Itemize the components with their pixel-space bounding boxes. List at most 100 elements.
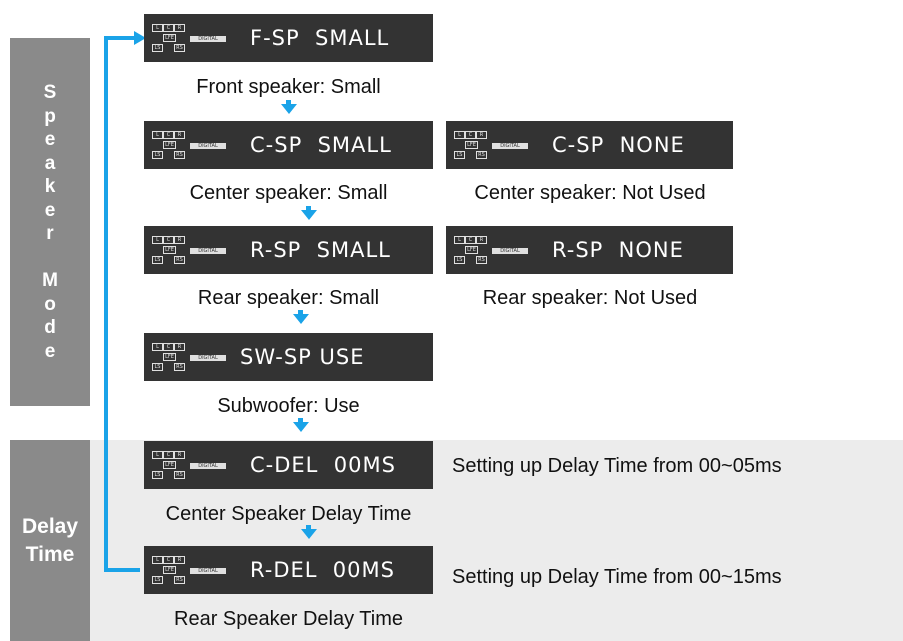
channel-indicator-icon: L C R LFE LS RS DIGITAL <box>150 337 240 377</box>
channel-indicator-icon: L C R LFE LS RS DIGITAL <box>150 18 240 58</box>
ind-l: L <box>152 556 163 564</box>
ind-lfe: LFE <box>163 461 176 469</box>
display-text: C-SP NONE <box>552 133 685 157</box>
ind-digital: DIGITAL <box>190 143 226 149</box>
ind-c: C <box>163 131 174 139</box>
ind-l: L <box>152 131 163 139</box>
delay-label-line2: Time <box>25 542 75 566</box>
note-center-delay: Setting up Delay Time from 00~05ms <box>452 455 782 477</box>
ind-l: L <box>152 451 163 459</box>
ind-digital: DIGITAL <box>492 143 528 149</box>
display-text: F-SP SMALL <box>250 26 390 50</box>
caption-center-none: Center speaker: Not Used <box>474 182 706 204</box>
ind-ls: LS <box>454 256 465 264</box>
display-subwoofer: L C R LFE LS RS DIGITAL SW-SP USE <box>144 333 433 381</box>
flow-arrow-icon <box>293 422 309 432</box>
mode-letter: e <box>44 199 56 221</box>
caption-center-small: Center speaker: Small <box>189 182 388 204</box>
mode-letter: k <box>44 176 56 197</box>
display-rear-small: L C R LFE LS RS DIGITAL R-SP SMALL <box>144 226 433 274</box>
mode-letter: p <box>44 105 56 127</box>
ind-rs: RS <box>174 576 185 584</box>
caption-rear-delay: Rear Speaker Delay Time <box>174 608 403 630</box>
channel-indicator-icon: L C R LFE LS RS DIGITAL <box>150 445 240 485</box>
ind-lfe: LFE <box>163 34 176 42</box>
caption-subwoofer: Subwoofer: Use <box>217 395 360 417</box>
delay-label-line1: Delay <box>21 514 79 538</box>
ind-l: L <box>152 24 163 32</box>
ind-r: R <box>174 556 185 564</box>
ind-r: R <box>174 131 185 139</box>
caption-rear-none: Rear speaker: Not Used <box>482 287 698 309</box>
ind-rs: RS <box>174 44 185 52</box>
delay-time-label: Delay Time <box>10 440 90 641</box>
ind-digital: DIGITAL <box>190 568 226 574</box>
note-rear-delay: Setting up Delay Time from 00~15ms <box>452 566 782 588</box>
mode-letter: e <box>44 129 56 150</box>
ind-c: C <box>465 236 476 244</box>
ind-c: C <box>163 343 174 351</box>
ind-rs: RS <box>174 256 185 264</box>
ind-c: C <box>465 131 476 139</box>
ind-rs: RS <box>174 151 185 159</box>
mode-letter: S <box>43 82 57 103</box>
ind-r: R <box>174 343 185 351</box>
ind-ls: LS <box>152 576 163 584</box>
ind-l: L <box>454 131 465 139</box>
ind-ls: LS <box>152 151 163 159</box>
display-text: R-SP NONE <box>552 238 684 262</box>
ind-l: L <box>152 236 163 244</box>
ind-c: C <box>163 451 174 459</box>
flow-arrow-icon <box>281 104 297 114</box>
ind-lfe: LFE <box>163 141 176 149</box>
ind-lfe: LFE <box>465 246 478 254</box>
ind-rs: RS <box>476 256 487 264</box>
ind-r: R <box>174 236 185 244</box>
ind-digital: DIGITAL <box>190 36 226 42</box>
ind-c: C <box>163 556 174 564</box>
ind-c: C <box>163 236 174 244</box>
ind-ls: LS <box>152 471 163 479</box>
display-front-speaker: L C R LFE LS RS DIGITAL F-SP SMALL <box>144 14 433 62</box>
display-text: C-DEL 00MS <box>250 453 396 477</box>
ind-rs: RS <box>174 471 185 479</box>
mode-letter: d <box>44 317 56 338</box>
ind-r: R <box>476 236 487 244</box>
mode-letter: o <box>44 293 56 315</box>
ind-ls: LS <box>152 363 163 371</box>
ind-r: R <box>174 451 185 459</box>
ind-l: L <box>454 236 465 244</box>
ind-digital: DIGITAL <box>492 248 528 254</box>
ind-lfe: LFE <box>163 246 176 254</box>
ind-r: R <box>476 131 487 139</box>
channel-indicator-icon: L C R LFE LS RS DIGITAL <box>452 125 542 165</box>
display-text: SW-SP USE <box>240 345 365 369</box>
speaker-mode-vertical-text: S p e a k e r M o d e <box>42 81 58 363</box>
ind-ls: LS <box>454 151 465 159</box>
ind-rs: RS <box>174 363 185 371</box>
mode-letter: a <box>44 152 56 174</box>
ind-rs: RS <box>476 151 487 159</box>
display-center-delay: L C R LFE LS RS DIGITAL C-DEL 00MS <box>144 441 433 489</box>
ind-ls: LS <box>152 44 163 52</box>
ind-digital: DIGITAL <box>190 248 226 254</box>
ind-l: L <box>152 343 163 351</box>
ind-lfe: LFE <box>465 141 478 149</box>
flow-arrow-icon <box>293 314 309 324</box>
mode-letter: e <box>44 340 56 362</box>
flow-arrow-icon <box>301 210 317 220</box>
display-text: R-SP SMALL <box>250 238 391 262</box>
ind-digital: DIGITAL <box>190 463 226 469</box>
mode-letter: r <box>46 223 54 244</box>
display-text: C-SP SMALL <box>250 133 392 157</box>
ind-digital: DIGITAL <box>190 355 226 361</box>
caption-rear-small: Rear speaker: Small <box>197 287 380 309</box>
speaker-mode-label: S p e a k e r M o d e <box>10 38 90 406</box>
ind-lfe: LFE <box>163 353 176 361</box>
display-rear-none: L C R LFE LS RS DIGITAL R-SP NONE <box>446 226 733 274</box>
caption-front-speaker: Front speaker: Small <box>196 76 381 98</box>
ind-r: R <box>174 24 185 32</box>
ind-c: C <box>163 24 174 32</box>
display-center-small: L C R LFE LS RS DIGITAL C-SP SMALL <box>144 121 433 169</box>
display-text: R-DEL 00MS <box>250 558 395 582</box>
